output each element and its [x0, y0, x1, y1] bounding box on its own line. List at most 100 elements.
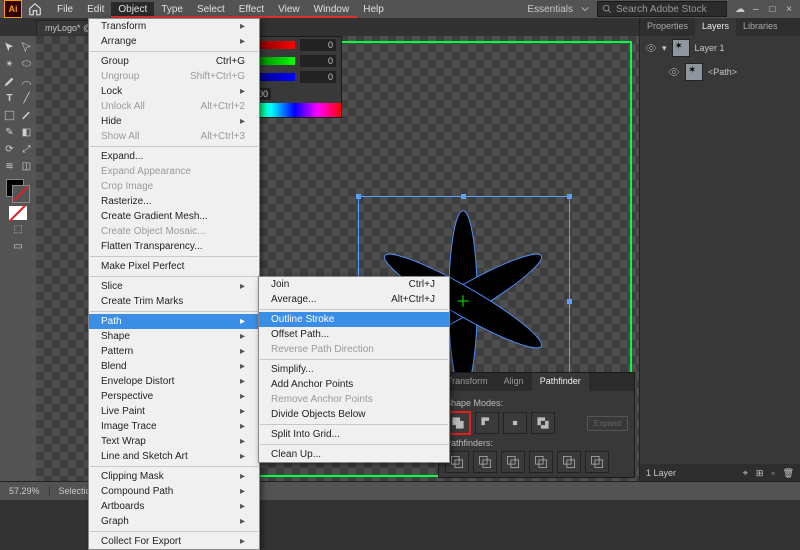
menu-clipping-mask[interactable]: Clipping Mask▸ — [89, 469, 259, 484]
menubar-effect[interactable]: Effect — [232, 2, 271, 17]
menu-crop-image[interactable]: Crop Image — [89, 179, 259, 194]
menu-expand[interactable]: Expand... — [89, 149, 259, 164]
submenu-simplify[interactable]: Simplify... — [259, 362, 449, 377]
type-tool[interactable]: T — [2, 90, 18, 106]
menu-show-all[interactable]: Show AllAlt+Ctrl+3 — [89, 129, 259, 144]
layer-subrow[interactable]: <Path> — [640, 60, 800, 84]
menubar-window[interactable]: Window — [307, 2, 357, 17]
menu-transform[interactable]: Transform▸ — [89, 19, 259, 34]
menu-pixel-perfect[interactable]: Make Pixel Perfect — [89, 259, 259, 274]
menubar-help[interactable]: Help — [356, 2, 391, 17]
exclude-button[interactable] — [531, 412, 555, 434]
rotate-tool[interactable]: ⟳ — [2, 141, 18, 157]
color-g-value[interactable]: 0 — [300, 55, 336, 67]
tab-libraries[interactable]: Libraries — [736, 18, 785, 36]
menu-shape[interactable]: Shape▸ — [89, 329, 259, 344]
rectangle-tool[interactable] — [2, 107, 18, 123]
curvature-tool[interactable] — [19, 73, 35, 89]
direct-selection-tool[interactable] — [19, 39, 35, 55]
tab-pathfinder[interactable]: Pathfinder — [532, 373, 589, 391]
app-logo[interactable]: Ai — [4, 0, 22, 18]
menu-text-wrap[interactable]: Text Wrap▸ — [89, 434, 259, 449]
pathfinder-panel[interactable]: Transform Align Pathfinder Shape Modes: … — [438, 372, 635, 478]
locate-icon[interactable]: ⌖ — [743, 468, 748, 479]
menu-expand-appearance[interactable]: Expand Appearance — [89, 164, 259, 179]
menu-flatten[interactable]: Flatten Transparency... — [89, 239, 259, 254]
menu-image-trace[interactable]: Image Trace▸ — [89, 419, 259, 434]
sublayer-name[interactable]: <Path> — [708, 67, 737, 77]
crop-button[interactable] — [529, 451, 553, 473]
layer-name[interactable]: Layer 1 — [695, 43, 725, 53]
menu-artboards[interactable]: Artboards▸ — [89, 499, 259, 514]
menubar-edit[interactable]: Edit — [80, 2, 111, 17]
submenu-split-grid[interactable]: Split Into Grid... — [259, 427, 449, 442]
submenu-average[interactable]: Average...Alt+Ctrl+J — [259, 292, 449, 307]
tab-align[interactable]: Align — [496, 373, 532, 391]
trim-button[interactable] — [473, 451, 497, 473]
selection-tool[interactable] — [2, 39, 18, 55]
menubar-object[interactable]: Object — [111, 2, 154, 17]
layer-row[interactable]: ▾ Layer 1 — [640, 36, 800, 60]
menubar-type[interactable]: Type — [154, 2, 190, 17]
brush-tool[interactable] — [19, 107, 35, 123]
menu-collect-export[interactable]: Collect For Export▸ — [89, 534, 259, 549]
outline-button[interactable] — [557, 451, 581, 473]
menu-compound-path[interactable]: Compound Path▸ — [89, 484, 259, 499]
menu-blend[interactable]: Blend▸ — [89, 359, 259, 374]
tab-layers[interactable]: Layers — [695, 18, 736, 36]
menu-live-paint[interactable]: Live Paint▸ — [89, 404, 259, 419]
free-transform-tool[interactable]: ◫ — [19, 158, 35, 174]
color-b-value[interactable]: 0 — [300, 71, 336, 83]
visibility-icon[interactable] — [668, 66, 680, 78]
menu-trim-marks[interactable]: Create Trim Marks — [89, 294, 259, 309]
home-icon[interactable] — [28, 2, 42, 16]
workspace-switcher[interactable]: Essentials — [527, 4, 573, 15]
menu-envelope[interactable]: Envelope Distort▸ — [89, 374, 259, 389]
intersect-button[interactable] — [503, 412, 527, 434]
scale-tool[interactable]: ⤢ — [19, 141, 35, 157]
menu-unlock-all[interactable]: Unlock AllAlt+Ctrl+2 — [89, 99, 259, 114]
new-layer-icon[interactable]: ▫ — [771, 468, 774, 478]
window-controls[interactable]: – □ × — [753, 4, 796, 15]
submenu-clean-up[interactable]: Clean Up... — [259, 447, 449, 462]
sync-icon[interactable]: ☁ — [735, 4, 745, 15]
menu-group[interactable]: GroupCtrl+G — [89, 54, 259, 69]
submenu-outline-stroke[interactable]: Outline Stroke — [259, 312, 449, 327]
menu-pattern[interactable]: Pattern▸ — [89, 344, 259, 359]
submenu-remove-anchor[interactable]: Remove Anchor Points — [259, 392, 449, 407]
zoom-level[interactable]: 57.29% — [0, 486, 50, 496]
menu-path[interactable]: Path▸ — [89, 314, 259, 329]
eraser-tool[interactable]: ◧ — [19, 124, 35, 140]
menu-line-sketch[interactable]: Line and Sketch Art▸ — [89, 449, 259, 464]
drawing-mode[interactable]: ⬚ — [10, 221, 26, 237]
menu-object-mosaic[interactable]: Create Object Mosaic... — [89, 224, 259, 239]
magic-wand-tool[interactable]: ✴ — [2, 56, 18, 72]
shaper-tool[interactable]: ✎ — [2, 124, 18, 140]
menubar-file[interactable]: File — [50, 2, 80, 17]
submenu-reverse[interactable]: Reverse Path Direction — [259, 342, 449, 357]
menu-arrange[interactable]: Arrange▸ — [89, 34, 259, 49]
object-menu-dropdown[interactable]: Transform▸ Arrange▸ GroupCtrl+G UngroupS… — [88, 18, 260, 550]
menu-gradient-mesh[interactable]: Create Gradient Mesh... — [89, 209, 259, 224]
path-submenu[interactable]: JoinCtrl+J Average...Alt+Ctrl+J Outline … — [258, 276, 450, 463]
color-none-swatch[interactable] — [9, 206, 27, 220]
minus-front-button[interactable] — [475, 412, 499, 434]
fill-stroke-swatch[interactable] — [6, 179, 30, 203]
menubar-view[interactable]: View — [271, 2, 307, 17]
menu-graph[interactable]: Graph▸ — [89, 514, 259, 529]
menu-slice[interactable]: Slice▸ — [89, 279, 259, 294]
minus-back-button[interactable] — [585, 451, 609, 473]
menu-rasterize[interactable]: Rasterize... — [89, 194, 259, 209]
pen-tool[interactable] — [2, 73, 18, 89]
expand-toggle[interactable]: ▾ — [662, 43, 667, 54]
lasso-tool[interactable] — [19, 56, 35, 72]
merge-button[interactable] — [501, 451, 525, 473]
menu-lock[interactable]: Lock▸ — [89, 84, 259, 99]
expand-button[interactable]: Expand — [587, 416, 628, 431]
delete-layer-icon[interactable]: 🗑 — [783, 468, 794, 479]
submenu-join[interactable]: JoinCtrl+J — [259, 277, 449, 292]
submenu-divide-below[interactable]: Divide Objects Below — [259, 407, 449, 422]
tab-properties[interactable]: Properties — [640, 18, 695, 36]
color-r-value[interactable]: 0 — [300, 39, 336, 51]
line-tool[interactable]: ╱ — [19, 90, 35, 106]
